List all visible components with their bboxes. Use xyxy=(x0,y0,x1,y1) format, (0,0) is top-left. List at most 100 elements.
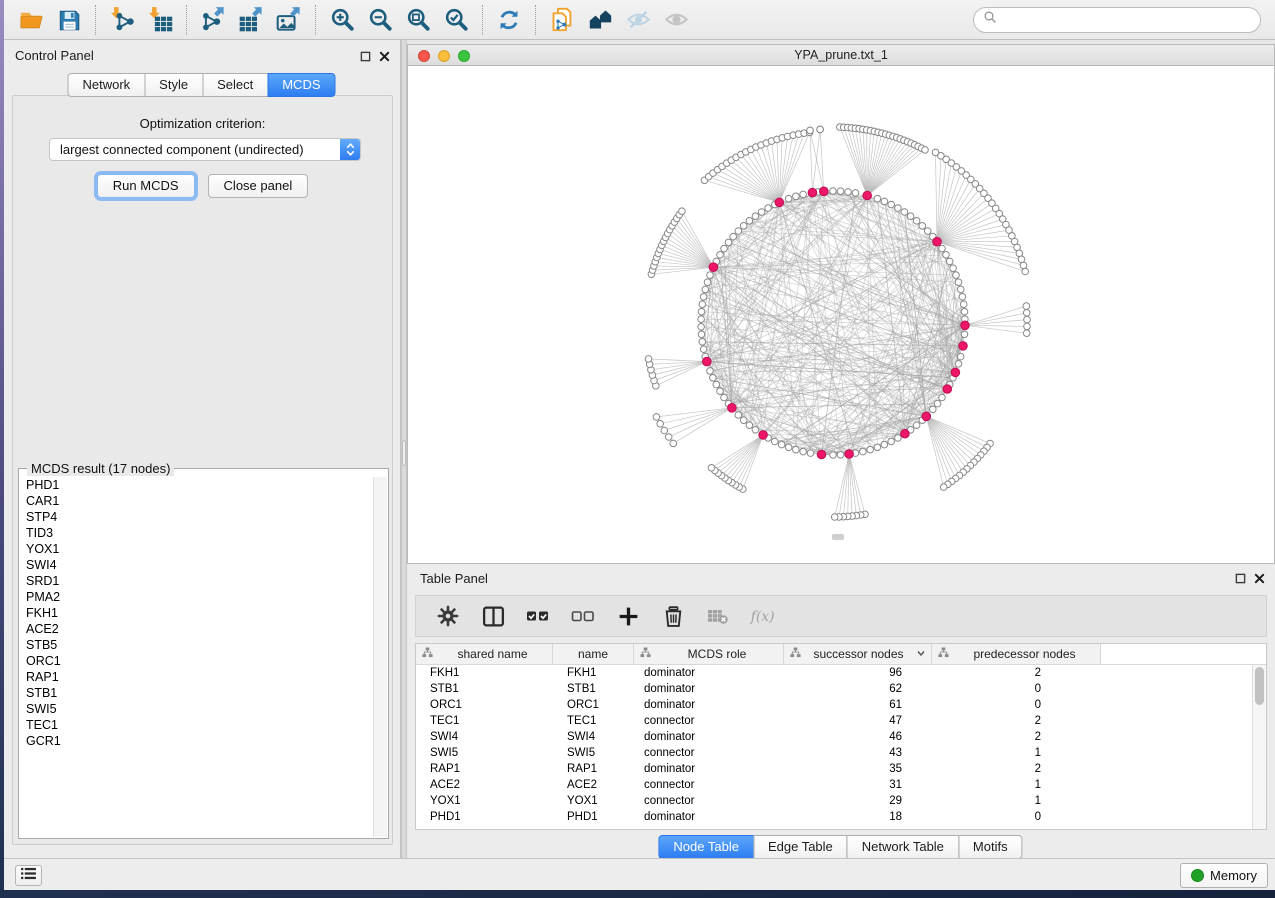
mcds-result-item[interactable]: RAP1 xyxy=(20,669,373,685)
table-row[interactable]: ACE2ACE2connector311 xyxy=(416,777,1252,793)
table-cell: 29 xyxy=(784,795,932,807)
tab-style[interactable]: Style xyxy=(144,73,203,97)
function-builder-icon[interactable]: f(x) xyxy=(749,602,777,630)
mcds-result-item[interactable]: STB5 xyxy=(20,637,373,653)
import-table-icon[interactable] xyxy=(141,4,179,36)
tab-network[interactable]: Network xyxy=(67,73,145,97)
mcds-result-item[interactable]: SRD1 xyxy=(20,573,373,589)
search-input[interactable] xyxy=(1004,12,1251,27)
tab-network-table[interactable]: Network Table xyxy=(847,835,959,859)
export-image-icon[interactable] xyxy=(270,4,308,36)
hide-selected-icon[interactable] xyxy=(619,4,657,36)
tab-edge-table[interactable]: Edge Table xyxy=(753,835,848,859)
mcds-result-item[interactable]: SWI5 xyxy=(20,701,373,717)
zoom-selected-icon[interactable] xyxy=(437,4,475,36)
mcds-result-item[interactable]: PHD1 xyxy=(20,477,373,493)
canvas-scroll-thumb[interactable] xyxy=(832,534,844,540)
column-header-successor-nodes[interactable]: successor nodes xyxy=(784,644,932,664)
column-header-MCDS-role[interactable]: MCDS role xyxy=(634,644,784,664)
table-cell: dominator xyxy=(634,667,784,679)
select-all-icon[interactable] xyxy=(524,602,552,630)
float-panel-icon[interactable] xyxy=(1235,571,1246,589)
first-neighbors-icon[interactable] xyxy=(581,4,619,36)
deselect-all-icon[interactable] xyxy=(569,602,597,630)
network-graph[interactable] xyxy=(408,66,1274,563)
zoom-fit-icon[interactable] xyxy=(399,4,437,36)
close-panel-icon[interactable] xyxy=(379,49,390,67)
tab-mcds[interactable]: MCDS xyxy=(267,73,335,97)
column-header-name[interactable]: name xyxy=(553,644,634,664)
table-cell: 2 xyxy=(932,667,1101,679)
export-table-icon[interactable] xyxy=(232,4,270,36)
mcds-result-item[interactable]: ORC1 xyxy=(20,653,373,669)
mcds-result-item[interactable]: YOX1 xyxy=(20,541,373,557)
mcds-result-list[interactable]: PHD1CAR1STP4TID3YOX1SWI4SRD1PMA2FKH1ACE2… xyxy=(20,477,373,837)
table-row[interactable]: SWI5SWI5connector431 xyxy=(416,745,1252,761)
column-header-predecessor-nodes[interactable]: predecessor nodes xyxy=(932,644,1101,664)
add-column-icon[interactable] xyxy=(614,602,642,630)
toolbar-separator xyxy=(482,5,483,35)
mcds-result-item[interactable]: SWI4 xyxy=(20,557,373,573)
run-mcds-button[interactable]: Run MCDS xyxy=(97,174,195,198)
optimization-criterion-dropdown[interactable]: largest connected component (undirected) xyxy=(49,138,361,161)
zoom-out-icon[interactable] xyxy=(361,4,399,36)
table-scrollbar-thumb[interactable] xyxy=(1255,667,1264,705)
save-icon[interactable] xyxy=(50,4,88,36)
mcds-result-item[interactable]: PMA2 xyxy=(20,589,373,605)
mcds-list-scrollbar[interactable] xyxy=(373,477,387,837)
table-cell: TEC1 xyxy=(553,715,634,727)
delete-columns-icon[interactable] xyxy=(659,602,687,630)
table-row[interactable]: FKH1FKH1dominator962 xyxy=(416,665,1252,681)
close-panel-icon[interactable] xyxy=(1254,571,1265,589)
status-bar: Memory xyxy=(4,858,1275,890)
table-row[interactable]: PHD1PHD1dominator180 xyxy=(416,809,1252,825)
table-settings-icon[interactable] xyxy=(434,602,462,630)
import-network-icon[interactable] xyxy=(103,4,141,36)
delete-table-icon[interactable] xyxy=(704,602,732,630)
mcds-result-title: MCDS result (17 nodes) xyxy=(27,461,174,476)
network-window-titlebar[interactable]: YPA_prune.txt_1 xyxy=(408,45,1274,66)
toolbar-separator xyxy=(535,5,536,35)
status-menu-button[interactable] xyxy=(15,865,42,886)
tab-select[interactable]: Select xyxy=(202,73,268,97)
mcds-result-item[interactable]: STB1 xyxy=(20,685,373,701)
column-header-shared-name[interactable]: shared name xyxy=(416,644,553,664)
table-row[interactable]: YOX1YOX1connector291 xyxy=(416,793,1252,809)
show-all-icon[interactable] xyxy=(657,4,695,36)
table-row[interactable]: RAP1RAP1dominator352 xyxy=(416,761,1252,777)
mcds-result-item[interactable]: ACE2 xyxy=(20,621,373,637)
table-cell: dominator xyxy=(634,731,784,743)
table-row[interactable]: ORC1ORC1dominator610 xyxy=(416,697,1252,713)
mcds-result-item[interactable]: GCR1 xyxy=(20,733,373,749)
table-scrollbar[interactable] xyxy=(1252,665,1266,829)
network-graph-canvas[interactable] xyxy=(408,66,1274,563)
float-panel-icon[interactable] xyxy=(360,49,371,67)
tab-motifs[interactable]: Motifs xyxy=(958,835,1023,859)
mcds-result-item[interactable]: TEC1 xyxy=(20,717,373,733)
splitter-grip-handle[interactable] xyxy=(402,440,406,466)
memory-button[interactable]: Memory xyxy=(1180,863,1268,888)
export-network-icon[interactable] xyxy=(194,4,232,36)
mcds-result-item[interactable]: CAR1 xyxy=(20,493,373,509)
mcds-result-box: MCDS result (17 nodes) PHD1CAR1STP4TID3Y… xyxy=(18,468,389,839)
mcds-result-item[interactable]: STP4 xyxy=(20,509,373,525)
close-panel-button[interactable]: Close panel xyxy=(208,174,309,198)
table-cell: YOX1 xyxy=(416,795,553,807)
table-row[interactable]: TEC1TEC1connector472 xyxy=(416,713,1252,729)
table-cell: ACE2 xyxy=(553,779,634,791)
panel-columns-icon[interactable] xyxy=(479,602,507,630)
mcds-result-item[interactable]: FKH1 xyxy=(20,605,373,621)
open-folder-icon[interactable] xyxy=(12,4,50,36)
table-cell: SWI4 xyxy=(553,731,634,743)
mcds-result-item[interactable]: TID3 xyxy=(20,525,373,541)
table-row[interactable]: STB1STB1dominator620 xyxy=(416,681,1252,697)
tab-node-table[interactable]: Node Table xyxy=(658,835,754,859)
table-cell: dominator xyxy=(634,763,784,775)
duplicate-network-icon[interactable] xyxy=(543,4,581,36)
table-cell: SWI5 xyxy=(416,747,553,759)
search-box[interactable] xyxy=(973,7,1261,33)
refresh-icon[interactable] xyxy=(490,4,528,36)
table-cell: 1 xyxy=(932,747,1101,759)
zoom-in-icon[interactable] xyxy=(323,4,361,36)
table-row[interactable]: SWI4SWI4dominator462 xyxy=(416,729,1252,745)
